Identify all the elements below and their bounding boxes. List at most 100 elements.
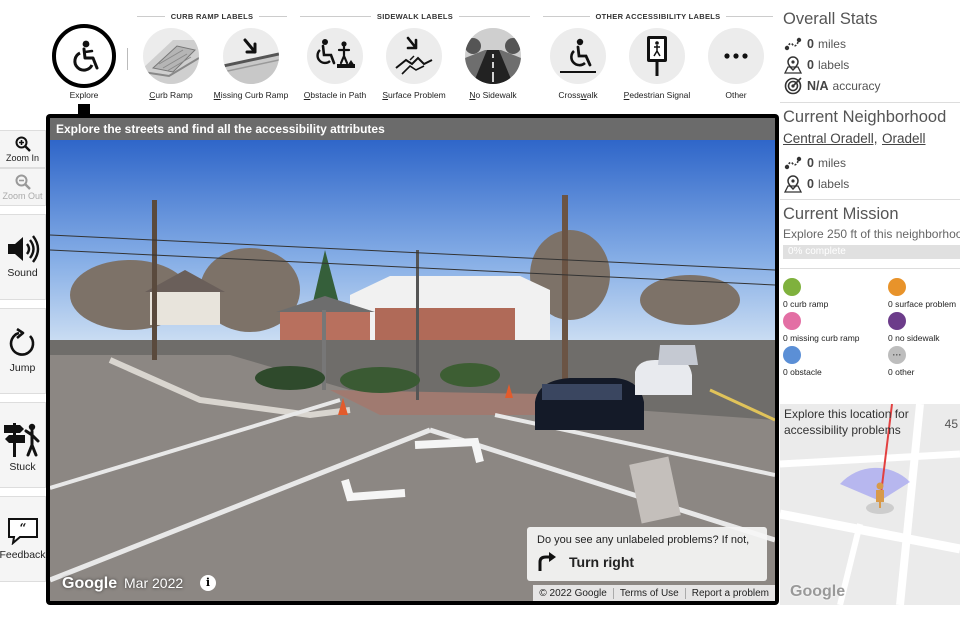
overall-stats-section: Overall Stats 0 miles 0 labels N/A accuracy: [783, 10, 960, 96]
report-problem-link[interactable]: Report a problem: [684, 587, 775, 599]
neighborhood-link-part1[interactable]: Central Oradell,: [783, 131, 878, 146]
neighborhood-link-part2[interactable]: Oradell: [882, 131, 926, 146]
overall-miles-row: 0 miles: [783, 33, 960, 54]
pedestrian-signal-circle: [629, 28, 685, 84]
curb-ramp-circle: [143, 28, 199, 84]
neighborhood-miles-row: 0 miles: [783, 152, 960, 173]
obstacle-count-icon: [783, 346, 801, 364]
overall-accuracy-row: N/A accuracy: [783, 75, 960, 96]
obstacle-tool-label: Obstacle in Path: [304, 90, 366, 100]
surface-problem-tool-label: Surface Problem: [382, 90, 445, 100]
minimap-google-logo: Google: [790, 583, 846, 600]
group-title-other: OTHER ACCESSIBILITY LABELS: [595, 11, 721, 21]
other-tool-label: Other: [725, 90, 747, 100]
no-sidewalk-tool-button[interactable]: No Sidewalk: [456, 28, 530, 100]
wheelchair-user-icon: [73, 40, 99, 72]
crosswalk-tool-button[interactable]: Crosswalk: [541, 28, 615, 100]
zoom-out-icon: [15, 174, 31, 190]
overall-accuracy-unit: accuracy: [832, 78, 881, 93]
crosswalk-icon: [560, 38, 596, 73]
other-count-text: 0 other: [888, 367, 915, 377]
mission-description: Explore 250 ft of this neighborhood: [783, 227, 960, 241]
zoom-out-label: Zoom Out: [2, 190, 43, 201]
speaker-icon: [7, 235, 39, 263]
group-header-other: OTHER ACCESSIBILITY LABELS: [543, 9, 773, 23]
curb-ramp-label-text: urb Ramp: [155, 90, 193, 100]
missing-curb-ramp-circle: [223, 28, 279, 84]
missing-curb-ramp-label-text: issing Curb Ramp: [220, 90, 289, 100]
overall-miles-value: 0: [807, 36, 814, 51]
current-mission-section: Current Mission Explore 250 ft of this n…: [783, 205, 960, 241]
pedestrian-signal-tool-label: Pedestrian Signal: [624, 90, 691, 100]
overall-miles-unit: miles: [817, 36, 846, 51]
surface-problem-icon: [395, 36, 433, 75]
explore-button[interactable]: Explore: [47, 24, 121, 100]
current-mission-title: Current Mission: [783, 205, 899, 223]
obstacle-tool-button[interactable]: Obstacle in Path: [298, 28, 372, 100]
zoom-in-icon: [15, 136, 31, 152]
neighborhood-divider: [780, 199, 960, 200]
curb-ramp-tool-button[interactable]: Curb Ramp: [134, 28, 208, 100]
turn-right-action[interactable]: Turn right: [537, 552, 757, 572]
obstacle-icon: [316, 39, 355, 68]
overall-labels-row: 0 labels: [783, 54, 960, 75]
stuck-label: Stuck: [9, 461, 36, 473]
prompt-question: Do you see any unlabeled problems? If no…: [537, 534, 750, 546]
street-view-panorama[interactable]: Google Mar 2022 i Do you see any unlabel…: [50, 140, 775, 601]
zoom-out-button[interactable]: Zoom Out: [0, 168, 46, 206]
no-sidewalk-circle: [465, 28, 521, 84]
missing-curb-ramp-tool-button[interactable]: Missing Curb Ramp: [214, 28, 288, 100]
curb-ramp-tool-label: Curb Ramp: [149, 90, 192, 100]
terms-link[interactable]: Terms of Use: [612, 587, 685, 599]
group-header-sidewalk: SIDEWALK LABELS: [300, 9, 531, 23]
copyright-text: © 2022 Google: [539, 587, 607, 599]
other-circle: [708, 28, 764, 84]
google-logo: Google: [62, 575, 118, 592]
feedback-button[interactable]: “ Feedback: [0, 496, 46, 582]
minimap[interactable]: Explore this location for accessibility …: [780, 404, 960, 605]
panorama-frame: Explore the streets and find all the acc…: [46, 114, 779, 605]
stuck-button[interactable]: Stuck: [0, 402, 46, 488]
sound-label: Sound: [7, 267, 38, 279]
pano-date: Mar 2022: [124, 575, 184, 591]
neighborhood-labels-unit: labels: [817, 176, 850, 191]
minimap-number: 45: [944, 417, 958, 431]
group-title-curb-ramp: CURB RAMP LABELS: [170, 11, 254, 21]
feedback-label: Feedback: [0, 549, 46, 561]
zoom-in-button[interactable]: Zoom In: [0, 130, 46, 168]
route-icon: [784, 37, 802, 50]
neighborhood-miles-value: 0: [807, 155, 814, 170]
count-other: ··· 0 other: [888, 346, 914, 377]
curb-ramp-count-text: 0 curb ramp: [783, 299, 829, 309]
pedestrian-signal-tool-button[interactable]: Pedestrian Signal: [620, 28, 694, 100]
info-icon[interactable]: i: [200, 575, 216, 591]
more-icon: [724, 53, 748, 59]
no-sidewalk-icon: [465, 28, 521, 84]
overall-accuracy-value: N/A: [807, 78, 829, 93]
sound-button[interactable]: Sound: [0, 214, 46, 300]
obstacle-circle: [307, 28, 363, 84]
no-sidewalk-count-text: 0 no sidewalk: [888, 333, 940, 343]
jump-button[interactable]: Jump: [0, 308, 46, 394]
stuck-signpost-icon: [3, 423, 39, 457]
curb-ramp-count-icon: [783, 278, 801, 296]
no-sidewalk-label-text: o Sidewalk: [475, 90, 517, 100]
missing-curb-ramp-count-icon: [783, 312, 801, 330]
explore-label: Explore: [69, 90, 99, 100]
count-surface-problem: 0 surface problem: [888, 278, 956, 309]
turn-right-label: Turn right: [569, 554, 635, 570]
missing-curb-ramp-icon: [223, 38, 279, 84]
map-pin-icon: [784, 55, 802, 74]
crosswalk-label-pre: Cross: [558, 90, 581, 100]
surface-problem-tool-button[interactable]: Surface Problem: [377, 28, 451, 100]
neighborhood-miles-unit: miles: [817, 155, 846, 170]
neighborhood-name: Central Oradell, Oradell: [783, 130, 960, 148]
current-neighborhood-title: Current Neighborhood: [783, 108, 947, 126]
pano-footer: © 2022 Google Terms of Use Report a prob…: [533, 585, 775, 601]
mission-progress-text: 0% complete: [788, 246, 846, 257]
other-count-icon: ···: [888, 346, 906, 364]
map-pin-icon: [784, 174, 802, 193]
overall-stats-title: Overall Stats: [783, 10, 878, 28]
other-tool-button[interactable]: Other: [699, 28, 773, 100]
stats-divider: [780, 102, 960, 103]
